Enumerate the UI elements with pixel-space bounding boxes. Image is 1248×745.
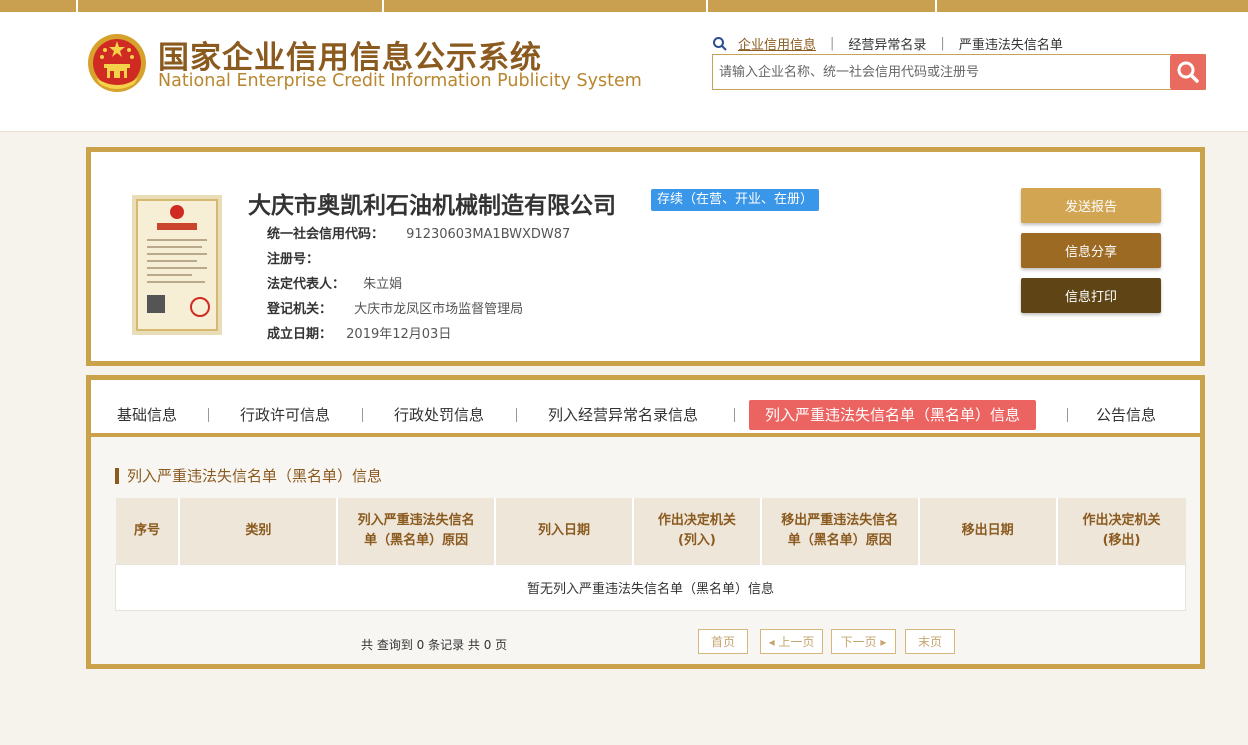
credit-code-value: 91230603MA1BWXDW87	[406, 227, 571, 242]
search-box	[712, 54, 1206, 90]
col-removed-reason: 移出严重违法失信名 单（黑名单）原因	[760, 498, 920, 564]
last-page-button[interactable]: 末页	[905, 629, 955, 654]
search-icon	[1177, 61, 1199, 83]
tab-admin-penalty[interactable]: 行政处罚信息	[394, 400, 484, 430]
col-listed-reason: 列入严重违法失信名 单（黑名单）原因	[337, 498, 497, 564]
empty-message: 暂无列入严重违法失信名单（黑名单）信息	[115, 563, 1186, 611]
legal-rep-value: 朱立娟	[363, 277, 403, 292]
tab-basic-info[interactable]: 基础信息	[117, 400, 177, 430]
reg-no-label: 注册号：	[267, 252, 320, 267]
info-authority: 登记机关： 大庆市龙凤区市场监督管理局	[267, 298, 523, 317]
nav-abnormal-list[interactable]: 经营异常名录	[834, 34, 940, 53]
authority-label: 登记机关：	[267, 302, 333, 317]
info-founded: 成立日期： 2019年12月03日	[267, 323, 451, 342]
info-credit-code: 统一社会信用代码： 91230603MA1BWXDW87	[267, 223, 570, 242]
table-header-row: 序号 类别 列入严重违法失信名 单（黑名单）原因 列入日期 作出决定机关 (列入) …	[115, 498, 1186, 564]
tab-blacklist[interactable]: 列入严重违法失信名单（黑名单）信息	[749, 400, 1037, 430]
nav-credit-info[interactable]: 企业信用信息	[728, 34, 830, 53]
col-removed-date: 移出日期	[918, 498, 1058, 564]
site-subtitle: National Enterprise Credit Information P…	[158, 71, 642, 91]
national-emblem-icon	[88, 34, 146, 92]
col-listed-date: 列入日期	[495, 498, 634, 564]
business-license-icon	[132, 195, 222, 335]
tab-abnormal-list[interactable]: 列入经营异常名录信息	[548, 400, 698, 430]
status-badge: 存续（在营、开业、在册）	[651, 189, 820, 211]
company-card: 大庆市奥凯利石油机械制造有限公司 存续（在营、开业、在册） 统一社会信用代码： …	[86, 147, 1205, 366]
search-icon	[713, 36, 727, 51]
info-reg-no: 注册号：	[267, 248, 319, 267]
info-panel: 基础信息 行政许可信息 行政处罚信息 列入经营异常名录信息 列入严重违法失信名单…	[86, 375, 1205, 669]
tab-bar: 基础信息 行政许可信息 行政处罚信息 列入经营异常名录信息 列入严重违法失信名单…	[91, 380, 1200, 437]
search-button[interactable]	[1170, 54, 1206, 90]
next-page-button[interactable]: 下一页 ▸	[831, 629, 896, 654]
col-seq: 序号	[115, 498, 181, 564]
section-title: 列入严重违法失信名单（黑名单）信息	[115, 468, 382, 484]
prev-page-button[interactable]: ◂ 上一页	[760, 629, 823, 654]
tab-admin-license[interactable]: 行政许可信息	[240, 400, 330, 430]
send-report-button[interactable]: 发送报告	[1021, 188, 1161, 223]
founded-label: 成立日期：	[267, 327, 333, 342]
legal-rep-label: 法定代表人：	[267, 277, 346, 292]
founded-value: 2019年12月03日	[346, 327, 452, 342]
site-header: 国家企业信用信息公示系统 National Enterprise Credit …	[0, 12, 1248, 132]
nav-blacklist[interactable]: 严重违法失信名单	[945, 34, 1077, 53]
company-name: 大庆市奥凯利石油机械制造有限公司	[248, 193, 616, 219]
top-strip	[0, 0, 1248, 12]
print-info-button[interactable]: 信息打印	[1021, 278, 1161, 313]
blacklist-table: 序号 类别 列入严重违法失信名 单（黑名单）原因 列入日期 作出决定机关 (列入) …	[115, 498, 1186, 611]
info-legal-rep: 法定代表人： 朱立娟	[267, 273, 402, 292]
authority-value: 大庆市龙凤区市场监督管理局	[354, 302, 524, 317]
record-summary: 共 查询到 0 条记录 共 0 页	[361, 638, 508, 652]
col-removed-authority: 作出决定机关 (移出)	[1056, 498, 1186, 564]
share-info-button[interactable]: 信息分享	[1021, 233, 1161, 268]
credit-code-label: 统一社会信用代码：	[267, 227, 385, 242]
search-input[interactable]	[713, 55, 1163, 89]
first-page-button[interactable]: 首页	[698, 629, 748, 654]
col-category: 类别	[179, 498, 339, 564]
top-nav: 企业信用信息 | 经营异常名录 | 严重违法失信名单	[712, 34, 1077, 53]
col-listed-authority: 作出决定机关 (列入)	[632, 498, 762, 564]
tab-announcements[interactable]: 公告信息	[1096, 400, 1156, 430]
table-row: 暂无列入严重违法失信名单（黑名单）信息	[115, 563, 1186, 611]
